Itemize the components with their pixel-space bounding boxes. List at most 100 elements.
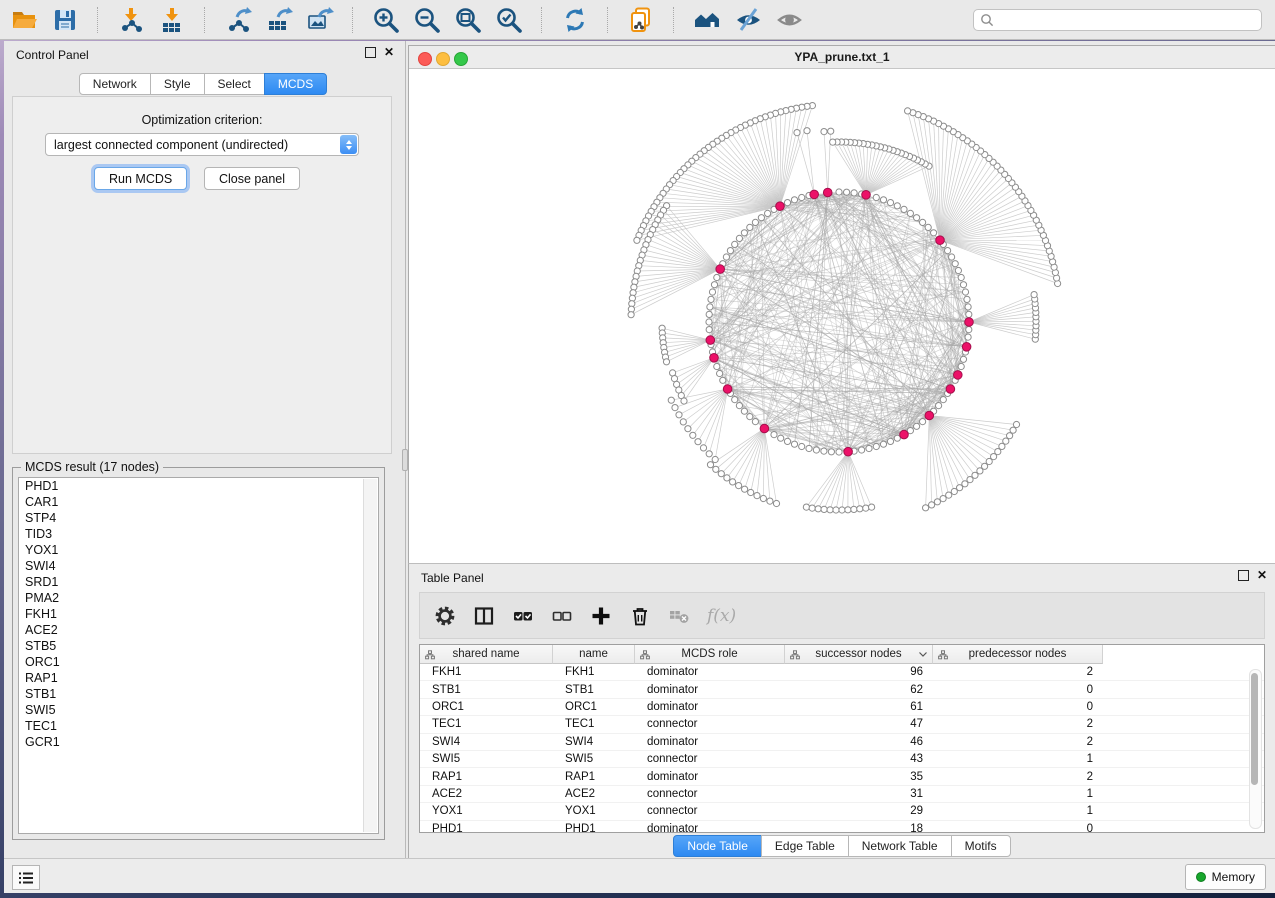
- sort-chevron-icon: [919, 652, 927, 657]
- column-header-MCDS-role[interactable]: MCDS role: [635, 645, 785, 664]
- mcds-result-item[interactable]: YOX1: [19, 542, 378, 558]
- table-panel-tabs: Node TableEdge TableNetwork TableMotifs: [409, 835, 1275, 857]
- table-panel-header: Table Panel ✕: [409, 564, 1275, 588]
- mcds-result-item[interactable]: PHD1: [19, 478, 378, 494]
- mcds-result-list[interactable]: PHD1CAR1STP4TID3YOX1SWI4SRD1PMA2FKH1ACE2…: [18, 477, 379, 834]
- float-panel-icon[interactable]: [365, 47, 376, 58]
- app-window: Control Panel ✕ NetworkStyleSelectMCDS O…: [4, 41, 1275, 893]
- export-image-icon[interactable]: [306, 6, 334, 34]
- table-row[interactable]: TEC1TEC1connector472: [420, 716, 1264, 733]
- node-table-header: shared namenameMCDS rolesuccessor nodesp…: [420, 645, 1264, 664]
- dropdown-stepper-icon: [340, 135, 357, 154]
- tab-style[interactable]: Style: [150, 73, 205, 95]
- mcds-result-item[interactable]: FKH1: [19, 606, 378, 622]
- table-row[interactable]: FKH1FKH1dominator962: [420, 664, 1264, 681]
- toolbar-separator: [607, 7, 609, 33]
- table-row[interactable]: PHD1PHD1dominator180: [420, 821, 1264, 833]
- zoom-selected-icon[interactable]: [495, 6, 523, 34]
- delete-icon[interactable]: [629, 605, 651, 627]
- mcds-result-item[interactable]: SWI5: [19, 702, 378, 718]
- run-mcds-button[interactable]: Run MCDS: [94, 167, 187, 190]
- tab-network-table[interactable]: Network Table: [848, 835, 952, 857]
- zoom-out-icon[interactable]: [413, 6, 441, 34]
- table-row[interactable]: ORC1ORC1dominator610: [420, 699, 1264, 716]
- show-all-icon[interactable]: [775, 6, 803, 34]
- first-neighbors-icon[interactable]: [693, 6, 721, 34]
- open-file-icon[interactable]: [10, 6, 38, 34]
- table-panel: Table Panel ✕ f(x) shared namenameMCDS r…: [408, 563, 1275, 858]
- column-header-shared-name[interactable]: shared name: [420, 645, 553, 664]
- tab-edge-table[interactable]: Edge Table: [761, 835, 849, 857]
- table-row[interactable]: SWI5SWI5connector431: [420, 751, 1264, 768]
- add-icon[interactable]: [590, 605, 612, 627]
- function-builder-icon[interactable]: f(x): [707, 605, 736, 627]
- import-table-icon[interactable]: [158, 6, 186, 34]
- criterion-dropdown[interactable]: largest connected component (undirected): [45, 133, 359, 156]
- table-row[interactable]: ACE2ACE2connector311: [420, 786, 1264, 803]
- node-table[interactable]: shared namenameMCDS rolesuccessor nodesp…: [419, 644, 1265, 833]
- column-header-successor-nodes[interactable]: successor nodes: [785, 645, 933, 664]
- unselect-all-icon[interactable]: [551, 605, 573, 627]
- table-row[interactable]: RAP1RAP1dominator352: [420, 768, 1264, 785]
- zoom-in-icon[interactable]: [372, 6, 400, 34]
- column-header-name[interactable]: name: [553, 645, 635, 664]
- export-network-icon[interactable]: [224, 6, 252, 34]
- float-table-panel-icon[interactable]: [1238, 570, 1249, 581]
- table-scrollbar-thumb[interactable]: [1251, 673, 1258, 785]
- close-panel-icon[interactable]: ✕: [384, 47, 394, 58]
- settings-icon[interactable]: [434, 605, 456, 627]
- control-panel-title: Control Panel: [16, 48, 89, 62]
- mcds-result-item[interactable]: TID3: [19, 526, 378, 542]
- close-panel-button[interactable]: Close panel: [204, 167, 300, 190]
- close-table-panel-icon[interactable]: ✕: [1257, 570, 1267, 581]
- select-all-icon[interactable]: [512, 605, 534, 627]
- toolbar-separator: [541, 7, 543, 33]
- table-row[interactable]: SWI4SWI4dominator462: [420, 734, 1264, 751]
- network-window-titlebar[interactable]: YPA_prune.txt_1: [409, 46, 1275, 69]
- network-canvas[interactable]: [409, 69, 1275, 563]
- mcds-list-scrollbar[interactable]: [363, 479, 377, 832]
- hide-selected-icon[interactable]: [734, 6, 762, 34]
- toolbar-separator: [673, 7, 675, 33]
- tab-motifs[interactable]: Motifs: [951, 835, 1011, 857]
- mcds-result-item[interactable]: TEC1: [19, 718, 378, 734]
- mcds-result-item[interactable]: CAR1: [19, 494, 378, 510]
- tab-node-table[interactable]: Node Table: [673, 835, 762, 857]
- mcds-result-title: MCDS result (17 nodes): [21, 460, 163, 474]
- mcds-result-item[interactable]: STB5: [19, 638, 378, 654]
- mcds-result-item[interactable]: SWI4: [19, 558, 378, 574]
- delete-table-icon[interactable]: [668, 605, 690, 627]
- mcds-result-item[interactable]: GCR1: [19, 734, 378, 750]
- control-panel-header: Control Panel ✕: [4, 41, 402, 65]
- refresh-icon[interactable]: [561, 6, 589, 34]
- table-row[interactable]: YOX1YOX1connector291: [420, 803, 1264, 820]
- clone-network-icon[interactable]: [627, 6, 655, 34]
- search-icon: [980, 13, 994, 27]
- column-header-predecessor-nodes[interactable]: predecessor nodes: [933, 645, 1103, 664]
- table-panel-title: Table Panel: [421, 571, 484, 585]
- mcds-tab-content: Optimization criterion: largest connecte…: [12, 96, 392, 454]
- save-icon[interactable]: [51, 6, 79, 34]
- task-history-button[interactable]: [12, 865, 40, 890]
- mcds-result-item[interactable]: ORC1: [19, 654, 378, 670]
- show-columns-icon[interactable]: [473, 605, 495, 627]
- search-input[interactable]: [998, 12, 1255, 28]
- memory-button[interactable]: Memory: [1185, 864, 1266, 890]
- export-table-icon[interactable]: [265, 6, 293, 34]
- mcds-result-item[interactable]: SRD1: [19, 574, 378, 590]
- search-box[interactable]: [973, 9, 1262, 31]
- memory-status-icon: [1196, 872, 1206, 882]
- zoom-fit-icon[interactable]: [454, 6, 482, 34]
- tab-select[interactable]: Select: [204, 73, 265, 95]
- import-network-icon[interactable]: [117, 6, 145, 34]
- table-row[interactable]: STB1STB1dominator620: [420, 681, 1264, 698]
- table-scrollbar[interactable]: [1249, 669, 1262, 829]
- mcds-result-item[interactable]: PMA2: [19, 590, 378, 606]
- tab-network[interactable]: Network: [79, 73, 151, 95]
- mcds-result-item[interactable]: STB1: [19, 686, 378, 702]
- mcds-result-item[interactable]: RAP1: [19, 670, 378, 686]
- mcds-result-item[interactable]: ACE2: [19, 622, 378, 638]
- mcds-result-item[interactable]: STP4: [19, 510, 378, 526]
- network-view-window: YPA_prune.txt_1: [408, 45, 1275, 563]
- tab-mcds[interactable]: MCDS: [264, 73, 327, 95]
